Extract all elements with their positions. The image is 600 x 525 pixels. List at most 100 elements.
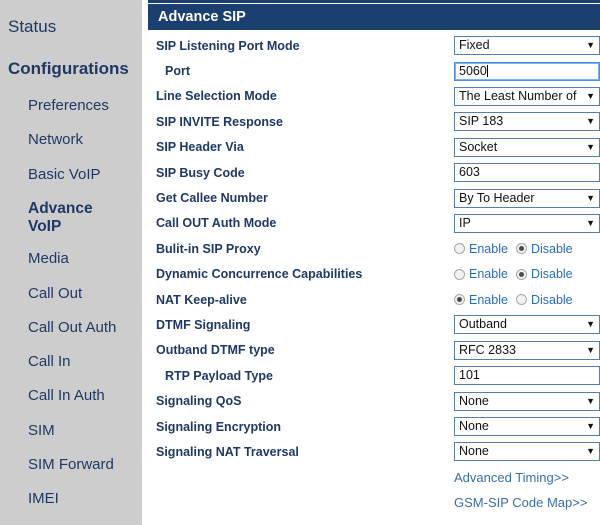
field-control: Socket ▼ (454, 137, 600, 157)
sidebar-item-call-out[interactable]: Call Out (0, 285, 142, 302)
form-row: Bulit-in SIP Proxy Enable Disable (148, 236, 600, 261)
radio-option-label: Disable (530, 241, 573, 256)
link-gsm-sip-code-map[interactable]: GSM-SIP Code Map>> (454, 495, 587, 510)
panel-top-accent-strip (148, 0, 600, 3)
dropdown-select[interactable]: Fixed ▼ (454, 36, 600, 56)
field-label: Outband DTMF type (156, 343, 275, 358)
text-input-value: 5060 (459, 63, 487, 78)
radio-option-label: Disable (530, 267, 573, 282)
sidebar-item-sim[interactable]: SIM (0, 422, 142, 439)
text-input-value: 101 (459, 368, 480, 383)
dropdown-select[interactable]: Socket ▼ (454, 137, 600, 157)
radio-option-enable[interactable]: Enable (454, 293, 508, 307)
chevron-down-icon: ▼ (586, 446, 595, 457)
panel-title-bar: Advance SIP (148, 4, 600, 30)
field-control: RFC 2833 ▼ (454, 340, 600, 360)
text-cursor (486, 64, 488, 77)
form-row: Signaling QoS None ▼ (148, 388, 600, 413)
radio-option-label: Enable (469, 267, 508, 282)
text-input[interactable]: 5060 (454, 61, 600, 81)
dropdown-value: None (459, 419, 489, 434)
text-input[interactable]: 101 (454, 366, 600, 386)
form-row: Signaling Encryption None ▼ (148, 414, 600, 439)
sidebar-item-call-in[interactable]: Call In (0, 353, 142, 370)
text-input[interactable]: 603 (454, 163, 600, 183)
form-row: SIP Header Via Socket ▼ (148, 135, 600, 160)
sidebar-item-media[interactable]: Media (0, 250, 142, 267)
dropdown-select[interactable]: The Least Number of ▼ (454, 86, 600, 106)
sidebar-item-advance-voip[interactable]: Advance VoIP (0, 200, 102, 236)
field-control: Outband ▼ (454, 315, 600, 335)
radio-button-icon[interactable] (515, 243, 527, 255)
sidebar-item-preferences[interactable]: Preferences (0, 97, 142, 114)
chevron-down-icon: ▼ (586, 421, 595, 432)
sidebar-item-sim-forward[interactable]: SIM Forward (0, 456, 142, 473)
sidebar-item-imei[interactable]: IMEI (0, 490, 142, 507)
form-row: Outband DTMF type RFC 2833 ▼ (148, 338, 600, 363)
field-label: Bulit-in SIP Proxy (156, 241, 261, 256)
chevron-down-icon: ▼ (586, 192, 595, 203)
field-label: Signaling Encryption (156, 419, 282, 434)
field-label: Port (165, 64, 190, 79)
field-control: 603 (454, 163, 600, 183)
link-advanced-timing[interactable]: Advanced Timing>> (454, 470, 569, 485)
dropdown-select[interactable]: RFC 2833 ▼ (454, 340, 600, 360)
radio-button-icon[interactable] (454, 268, 465, 280)
field-control: IP ▼ (454, 213, 600, 233)
field-control: None ▼ (454, 442, 600, 462)
sidebar-item-basic-voip[interactable]: Basic VoIP (0, 166, 142, 183)
field-control: None ▼ (454, 417, 600, 437)
chevron-down-icon: ▼ (586, 116, 595, 127)
radio-option-label: Disable (530, 292, 573, 307)
radio-button-icon[interactable] (515, 268, 527, 280)
sidebar-item-call-out-auth[interactable]: Call Out Auth (0, 319, 142, 336)
radio-option-enable[interactable]: Enable (454, 242, 508, 256)
field-label: Signaling NAT Traversal (156, 444, 299, 459)
main-content-panel: Advance SIP SIP Listening Port Mode Fixed… (142, 0, 600, 525)
dropdown-value: SIP 183 (459, 114, 504, 129)
radio-group: Enable Disable (454, 242, 600, 256)
form-row: Call OUT Auth Mode IP ▼ (148, 211, 600, 236)
dropdown-value: IP (459, 215, 471, 230)
dropdown-select[interactable]: By To Header ▼ (454, 188, 600, 208)
field-control: None ▼ (454, 391, 600, 411)
sidebar-item-configurations[interactable]: Configurations (0, 59, 142, 79)
field-label: SIP Busy Code (156, 165, 245, 180)
radio-option-disable[interactable]: Disable (515, 267, 573, 282)
radio-button-icon[interactable] (515, 294, 527, 306)
link-row: GSM-SIP Code Map>> (148, 490, 600, 515)
chevron-down-icon: ▼ (586, 217, 595, 228)
field-label: Get Callee Number (156, 191, 268, 206)
radio-option-disable[interactable]: Disable (515, 241, 573, 256)
form-row: DTMF Signaling Outband ▼ (148, 312, 600, 337)
radio-option-enable[interactable]: Enable (454, 267, 508, 281)
form-row: SIP Busy Code 603 (148, 160, 600, 185)
dropdown-value: Socket (459, 139, 498, 154)
dropdown-select[interactable]: Outband ▼ (454, 315, 600, 335)
chevron-down-icon: ▼ (586, 395, 595, 406)
text-input-value: 603 (459, 165, 480, 180)
form-row: RTP Payload Type 101 (148, 363, 600, 388)
sidebar-item-call-in-auth[interactable]: Call In Auth (0, 387, 142, 404)
field-label: SIP Header Via (156, 140, 244, 155)
dropdown-value: Outband (459, 317, 507, 332)
page-title: Advance SIP (158, 9, 246, 25)
radio-group: Enable Disable (454, 267, 600, 281)
field-label: RTP Payload Type (165, 368, 273, 383)
dropdown-select[interactable]: SIP 183 ▼ (454, 112, 600, 132)
sidebar-item-status[interactable]: Status (0, 17, 142, 37)
sidebar-navigation: Status Configurations Preferences Network Ba… (0, 0, 142, 525)
dropdown-select[interactable]: None ▼ (454, 442, 600, 462)
dropdown-select[interactable]: None ▼ (454, 417, 600, 437)
dropdown-value: Fixed (459, 38, 490, 53)
dropdown-select[interactable]: None ▼ (454, 391, 600, 411)
radio-button-icon[interactable] (454, 294, 465, 306)
sidebar-item-network[interactable]: Network (0, 131, 142, 148)
dropdown-value: By To Header (459, 190, 535, 205)
radio-option-disable[interactable]: Disable (515, 292, 573, 307)
chevron-down-icon: ▼ (586, 40, 595, 51)
form-row: Port 5060 (148, 58, 600, 83)
form-row: Dynamic Concurrence Capabilities Enable Di… (148, 262, 600, 287)
radio-button-icon[interactable] (454, 243, 465, 255)
dropdown-select[interactable]: IP ▼ (454, 213, 600, 233)
